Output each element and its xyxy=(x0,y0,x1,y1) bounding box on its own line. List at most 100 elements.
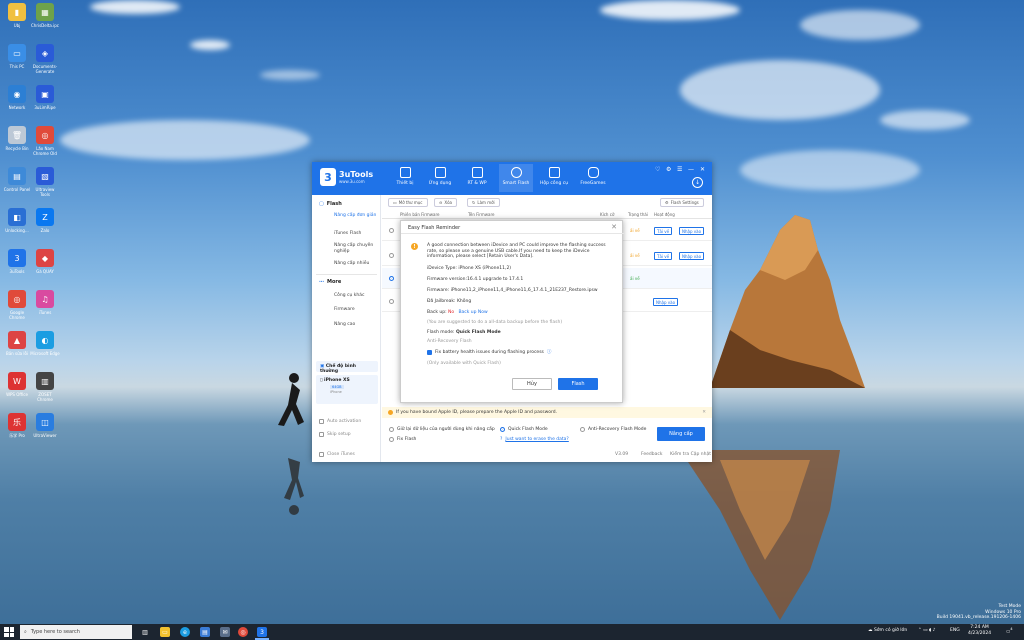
sidebar-item-itunes-flash[interactable]: iTunes Flash xyxy=(334,231,378,237)
flash-settings-button[interactable]: ⚙ Flash Settings xyxy=(660,198,704,207)
desktop-icon[interactable]: ▲ Bản sửa lỗi xyxy=(2,331,32,356)
desktop-icon[interactable]: 3 3uTools xyxy=(2,249,32,274)
sidebar-item-easy-flash[interactable]: Nâng cấp đơn giản xyxy=(334,213,378,219)
nav-smart-flash[interactable]: Smart Flash xyxy=(499,164,533,192)
chrome-icon[interactable]: ◎ xyxy=(238,627,248,637)
app-icon: Z xyxy=(36,208,54,226)
feedback-link[interactable]: Feedback xyxy=(641,452,662,457)
sidebar-item-batch-flash[interactable]: Nâng cấp nhiều xyxy=(334,261,378,267)
refresh-button[interactable]: ↻ Làm mới xyxy=(467,198,500,207)
nav-rt-wp[interactable]: RT & WP xyxy=(460,167,494,186)
desktop-icon[interactable]: ◎ Lão Nam Chrome Old xyxy=(30,126,60,156)
desktop-icon[interactable]: ▣ 3uLimRipe xyxy=(30,85,60,110)
desktop-icon[interactable]: ▥ ZOSET Chrome xyxy=(30,372,60,402)
nav-hop-cong-cu[interactable]: Hộp công cụ xyxy=(537,167,571,186)
dialog-title: Easy Flash Reminder xyxy=(401,221,624,234)
theme-icon[interactable]: ♡ xyxy=(655,166,660,173)
language-indicator[interactable]: ENG xyxy=(950,628,960,633)
desktop-icon[interactable]: ▭ This PC xyxy=(2,44,32,69)
idevice-type: iDevice Type: iPhone XS (iPhone11,2) xyxy=(427,266,512,271)
app-site: www.3u.com xyxy=(339,179,365,184)
start-button[interactable] xyxy=(4,627,14,637)
fix-flash-option[interactable]: Fix Flash xyxy=(389,437,416,442)
desktop-icon-label: ChrisDelta.ipc xyxy=(31,23,59,28)
app-icon: ◉ xyxy=(8,85,26,103)
desktop-icon[interactable]: 乐乐学 Pro xyxy=(2,413,32,438)
upgrade-button[interactable]: Nâng cấp xyxy=(657,427,705,441)
delete-button[interactable]: ⊖ Xóa xyxy=(434,198,457,207)
desktop-icon[interactable]: ◐ Microsoft Edge xyxy=(30,331,60,356)
desktop-icon[interactable]: ▮ Ubj xyxy=(2,3,32,28)
quick-flash-option[interactable]: Quick Flash Mode xyxy=(500,427,548,432)
app-icon: ◎ xyxy=(36,126,54,144)
dialog-close-icon[interactable]: ✕ xyxy=(611,223,617,231)
minimize-icon[interactable]: — xyxy=(688,166,694,173)
app-icon: 🗑 xyxy=(8,126,26,144)
check-update-link[interactable]: Kiểm tra Cập nhật xyxy=(670,452,711,457)
download-button[interactable]: Tải về xyxy=(654,227,673,235)
clock[interactable]: 7:24 AM 4/23/2024 xyxy=(968,625,991,637)
mail-icon[interactable]: ✉ xyxy=(220,627,230,637)
sidebar-item-pro-flash[interactable]: Nâng cấp chuyên nghiệp xyxy=(334,243,378,254)
sidebar-item-advanced[interactable]: Nâng cao xyxy=(334,322,378,328)
close-itunes-option[interactable]: Close iTunes xyxy=(319,452,355,457)
nav-freegames[interactable]: FreeGames xyxy=(576,167,610,186)
banner-close-icon[interactable]: ✕ xyxy=(702,410,706,415)
device-card[interactable]: ▯ iPhone XS 64GB iPhone xyxy=(316,375,378,404)
weather-widget[interactable]: ☁ Sớm có giờ lớn xyxy=(868,628,907,633)
desktop-icon-label: Unlocking... xyxy=(5,228,29,233)
cancel-button[interactable]: Hủy xyxy=(512,378,552,390)
download-button[interactable]: Tải về xyxy=(654,252,673,260)
sidebar-item-firmware[interactable]: Firmware xyxy=(334,307,378,313)
auto-activation-option[interactable]: Auto activation xyxy=(319,419,361,424)
col-action: Hoạt động xyxy=(654,212,675,217)
desktop-icon[interactable]: ▤ Control Panel xyxy=(2,167,32,192)
desktop-icon[interactable]: W WPS Office xyxy=(2,372,32,397)
skip-setup-option[interactable]: Skip setup xyxy=(319,432,351,437)
desktop-icon[interactable]: ◉ Network xyxy=(2,85,32,110)
3utools-taskbar-icon[interactable]: 3 xyxy=(257,627,267,637)
runner-silhouette xyxy=(278,373,304,515)
fix-battery-option[interactable]: Fix battery health issues during flashin… xyxy=(427,350,617,356)
import-button[interactable]: Nhập vào xyxy=(679,227,705,235)
backup-now-link[interactable]: Back up Now xyxy=(458,310,487,315)
notification-center[interactable]: ▭4 xyxy=(1006,627,1013,635)
task-view-icon[interactable]: ▥ xyxy=(140,627,150,637)
import-button[interactable]: Nhập vào xyxy=(679,252,705,260)
nav-thiet-bi[interactable]: Thiết bị xyxy=(388,167,422,186)
edge-icon[interactable]: e xyxy=(180,627,190,637)
download-icon[interactable]: ↓ xyxy=(692,177,703,188)
device-storage: 64GB xyxy=(330,385,344,389)
firmware-version: Firmware version:16.4.1 upgrade to 17.4.… xyxy=(427,277,524,282)
desktop-icon[interactable]: 🗑 Recycle Bin xyxy=(2,126,32,151)
desktop-icon[interactable]: ◈ Documents-Generate xyxy=(30,44,60,74)
desktop-icon[interactable]: ▧ Ultraview Tools xyxy=(30,167,60,197)
desktop-icon-label: Gà QUAY xyxy=(36,269,54,274)
desktop-icon[interactable]: ◎ Google Chrome xyxy=(2,290,32,320)
desktop-icon[interactable]: ◆ Gà QUAY xyxy=(30,249,60,274)
anti-recovery-option[interactable]: Anti-Recovery Flash Mode xyxy=(580,427,646,432)
open-folder-button[interactable]: ▭ Mở thư mục xyxy=(388,198,428,207)
desktop-icon[interactable]: ▦ ChrisDelta.ipc xyxy=(30,3,60,28)
store-icon[interactable]: ▤ xyxy=(200,627,210,637)
close-icon[interactable]: ✕ xyxy=(700,166,705,173)
taskbar-search[interactable]: ⌕ Type here to search xyxy=(20,625,132,639)
row-status: ải về xyxy=(630,276,640,281)
tray-icons[interactable]: ⌃ ▭ ◖ ♪ xyxy=(918,628,936,633)
desktop-icon[interactable]: ◫ UltraViewer xyxy=(30,413,60,438)
sidebar-item-other-tools[interactable]: Công cụ khác xyxy=(334,293,378,299)
settings-icon[interactable]: ⚙ xyxy=(666,166,671,173)
keep-data-option[interactable]: Giữ lại dữ liệu của người dùng khi nâng … xyxy=(389,427,495,432)
import-button[interactable]: Nhập vào xyxy=(653,298,679,306)
nav-ung-dung[interactable]: Ứng dụng xyxy=(423,167,457,186)
file-explorer-icon[interactable]: ▭ xyxy=(160,627,170,637)
erase-data-link[interactable]: ? Just want to erase the data? xyxy=(500,437,569,442)
apps-icon xyxy=(434,167,446,178)
desktop-icon[interactable]: ♫ iTunes xyxy=(30,290,60,315)
easy-flash-reminder-dialog: Easy Flash Reminder ✕ ! A good connectio… xyxy=(400,220,624,403)
desktop-icon[interactable]: ◧ Unlocking... xyxy=(2,208,32,233)
flash-button[interactable]: Flash xyxy=(558,378,598,390)
gamepad-icon xyxy=(587,167,599,178)
menu-icon[interactable]: ☰ xyxy=(677,166,682,173)
desktop-icon[interactable]: Z Zalo xyxy=(30,208,60,233)
